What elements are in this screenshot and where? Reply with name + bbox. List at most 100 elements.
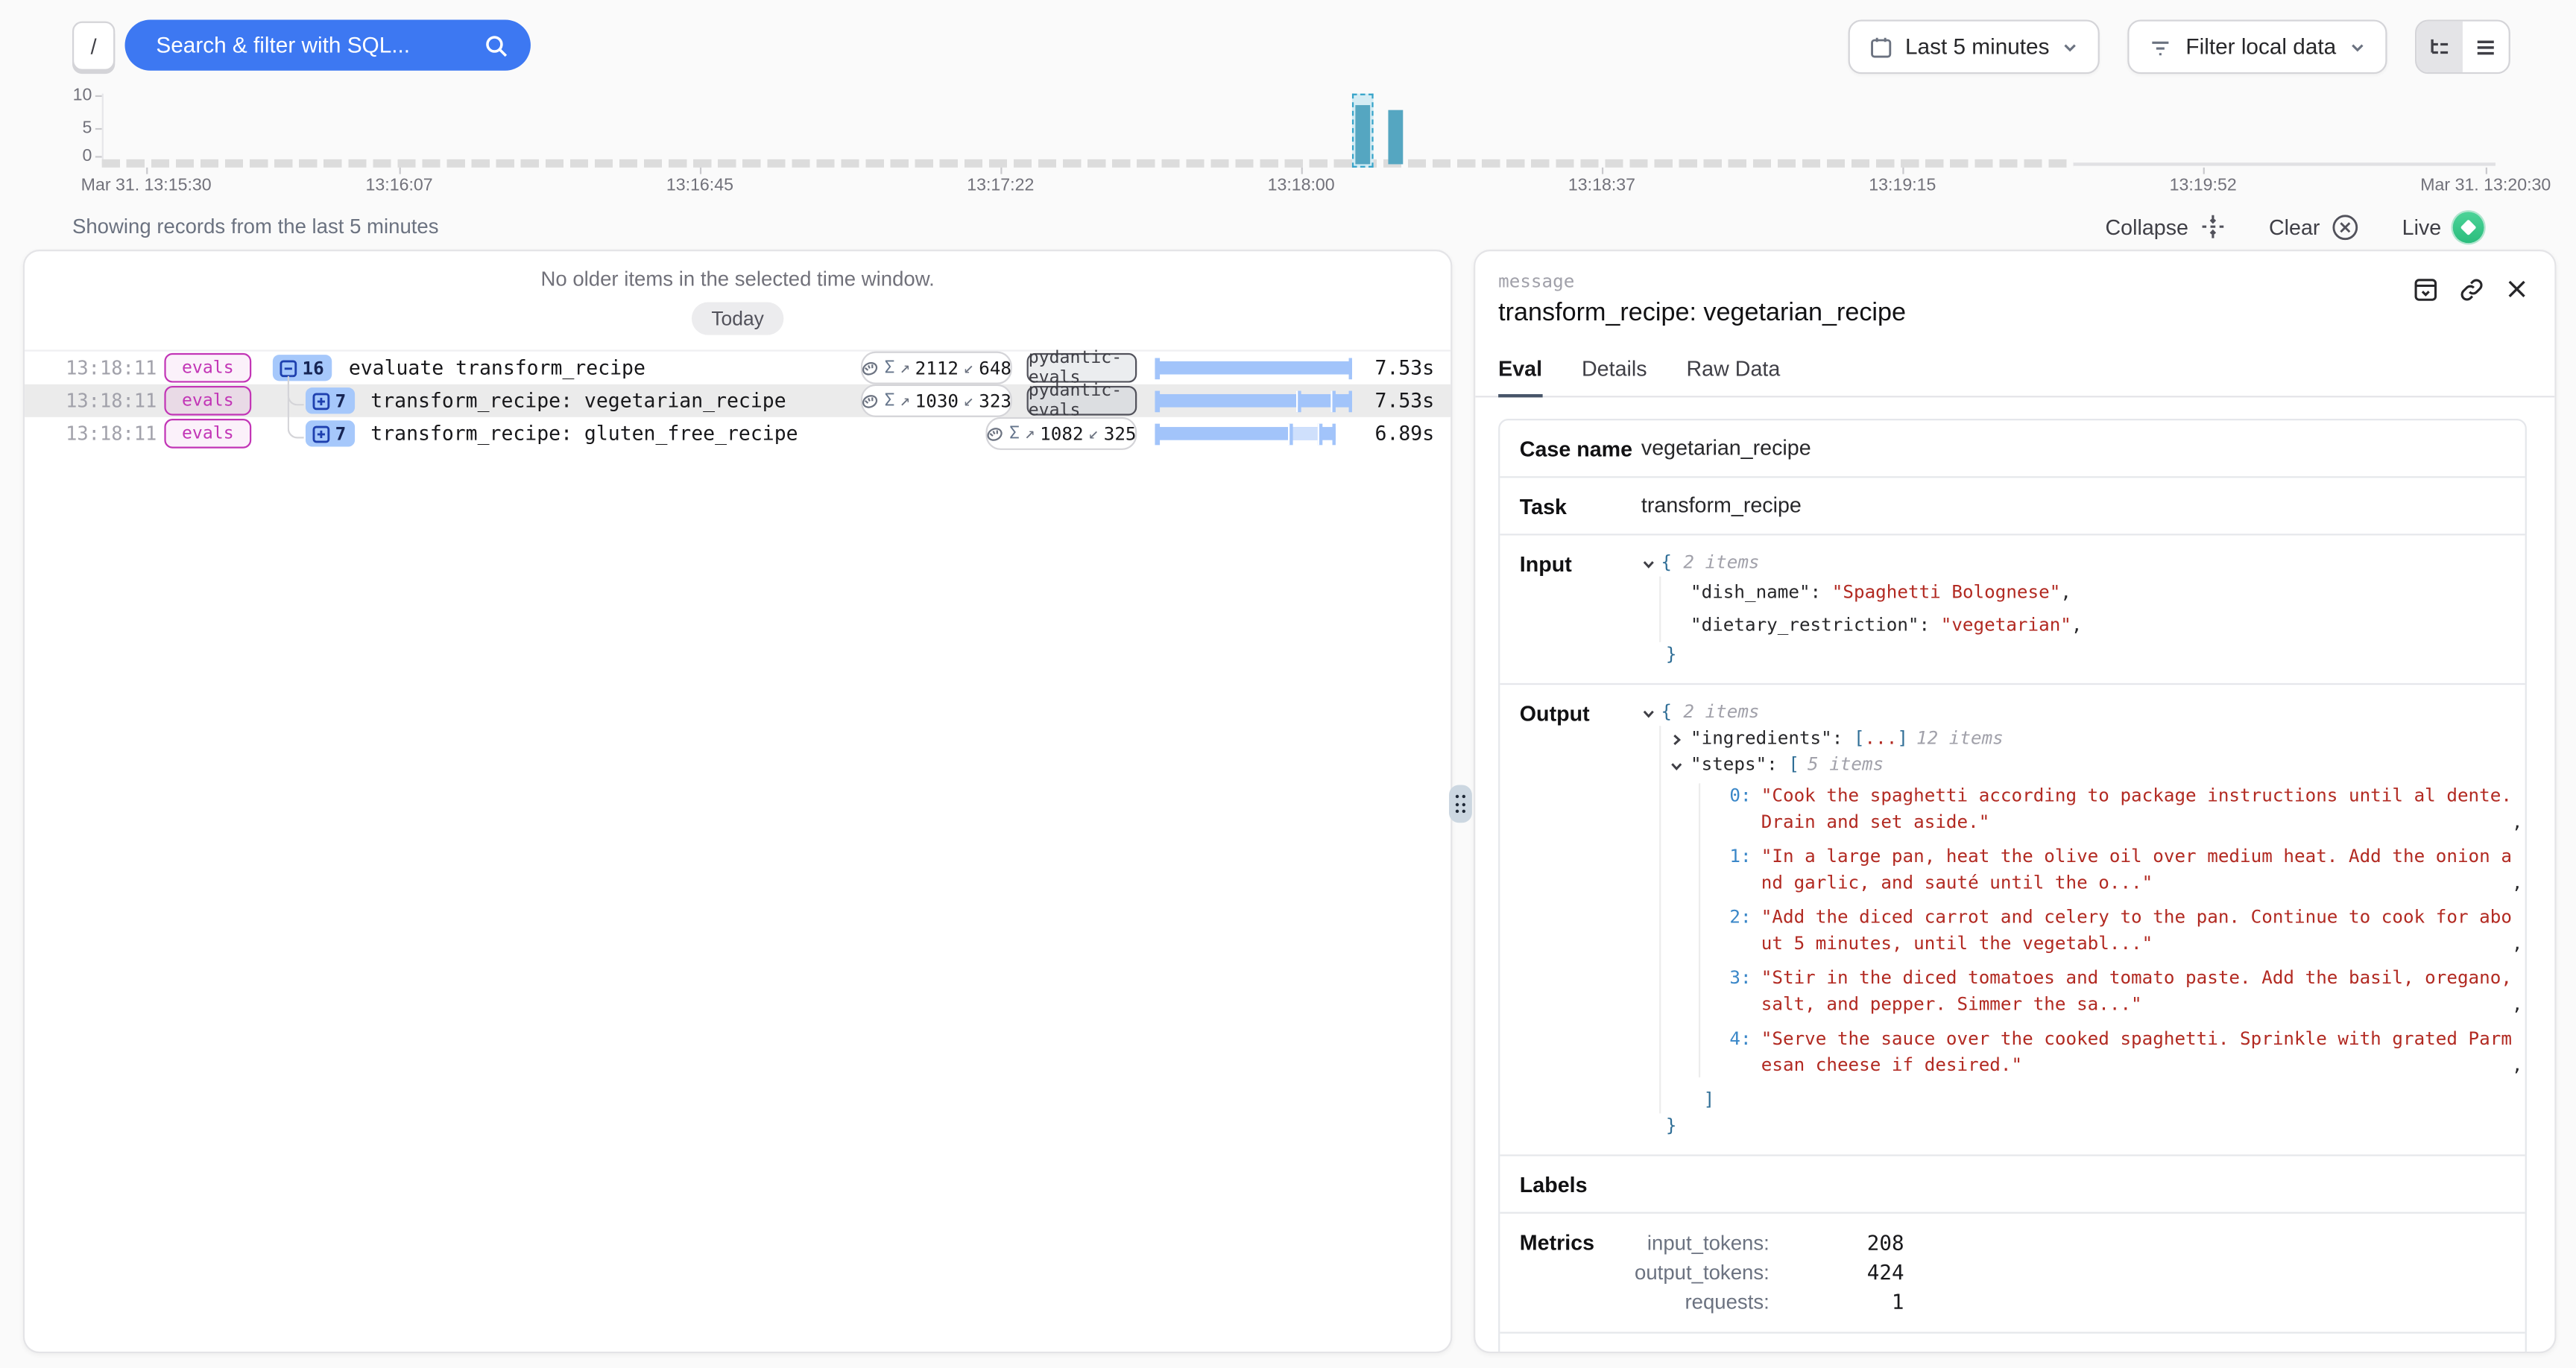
json-string-value: "Add the diced carrot and celery to the … [1761, 905, 2512, 955]
search-icon [484, 34, 508, 57]
expand-span-chip[interactable]: 7 [306, 387, 354, 414]
items-count-note: 2 items [1683, 550, 1759, 576]
search-button-label: Search & filter with SQL... [156, 33, 484, 57]
metric-value: 424 [1770, 1258, 1904, 1288]
input-token-count: 2112 [915, 357, 959, 379]
panel-resize-handle[interactable] [1449, 785, 1472, 823]
child-span-count: 7 [335, 390, 347, 411]
assertion-pass-icon[interactable] [1685, 1352, 1715, 1353]
tree-view-toggle[interactable] [2416, 22, 2463, 72]
input-row: Input { 2 items "dish_name": "Spaghetti … [1500, 536, 2525, 685]
output-row: Output { 2 items "i [1500, 685, 2525, 1156]
row-timestamp: 13:18:11 [66, 422, 141, 445]
task-label: Task [1520, 493, 1641, 519]
token-usage-badge[interactable]: Σ ↗2112 ↙648 [861, 352, 1012, 384]
table-row[interactable]: 13:18:11 evals 16 evaluate transform_rec… [25, 352, 1450, 384]
sigma-icon: Σ [1009, 424, 1020, 443]
span-detail-panel: message transform_recipe: vegetarian_rec… [1474, 250, 2556, 1353]
evals-tag-chip[interactable]: evals [164, 386, 251, 416]
arrow-up-right-icon: ↗ [900, 358, 910, 377]
span-duration-bar[interactable] [1155, 390, 1351, 411]
span-duration: 7.53s [1368, 356, 1434, 379]
timeline-histogram[interactable]: 10 5 0 Mar 31. 13:15:30 13:16:07 13:16:4… [0, 90, 2576, 205]
clear-button[interactable]: Clear [2269, 212, 2359, 240]
assertion-fail-icon[interactable] [1641, 1352, 1671, 1353]
chevron-down-icon[interactable] [1641, 556, 1656, 571]
detail-tabs: Eval Details Raw Data [1475, 356, 2554, 397]
json-array-item: 4: "Serve the sauce over the cooked spag… [1729, 1027, 2506, 1077]
token-usage-badge[interactable]: Σ ↗1082 ↙325 [985, 417, 1137, 450]
collapse-icon [2200, 214, 2226, 240]
assertion-results [1641, 1349, 2505, 1354]
list-view-toggle[interactable] [2463, 22, 2509, 72]
collapsed-ellipsis: ... [1865, 726, 1898, 752]
labels-label: Labels [1520, 1171, 1641, 1197]
slash-shortcut-key[interactable]: / [72, 22, 115, 71]
histogram-bar[interactable] [1355, 104, 1370, 164]
child-span-count: 16 [303, 357, 324, 379]
time-range-value: Last 5 minutes [1905, 34, 2050, 59]
array-index: 0: [1729, 783, 1752, 808]
chevron-down-icon[interactable] [1669, 758, 1685, 773]
input-json-viewer[interactable]: { 2 items "dish_name": "Spaghetti Bologn… [1641, 550, 2505, 668]
assertion-pass-icon[interactable] [1730, 1352, 1760, 1353]
time-range-dropdown[interactable]: Last 5 minutes [1848, 19, 2100, 74]
live-toggle[interactable]: Live [2402, 211, 2484, 242]
histogram-bar[interactable] [1388, 110, 1403, 165]
today-chip[interactable]: Today [692, 303, 783, 335]
sigma-icon: Σ [885, 391, 895, 411]
logfire-live-view: / Search & filter with SQL... Last 5 min… [0, 0, 2576, 1368]
span-duration: 7.53s [1368, 389, 1434, 412]
detail-title: transform_recipe: vegetarian_recipe [1498, 299, 2528, 329]
span-duration: 6.89s [1368, 422, 1434, 445]
pydantic-evals-chip[interactable]: pydantic-evals [1027, 386, 1137, 416]
pydantic-evals-chip[interactable]: pydantic-evals [1027, 353, 1137, 383]
close-icon[interactable] [2505, 277, 2528, 302]
input-token-count: 1082 [1040, 423, 1083, 445]
json-array-item: 1: "In a large pan, heat the olive oil o… [1729, 844, 2506, 895]
axis-tail-line [2074, 162, 2496, 165]
top-bar: / Search & filter with SQL... Last 5 min… [0, 0, 2576, 90]
chevron-down-icon [2062, 39, 2079, 55]
span-duration-bar[interactable] [1155, 423, 1335, 445]
tab-eval[interactable]: Eval [1498, 356, 1542, 397]
chevron-down-icon [2349, 39, 2366, 55]
json-string-value: "vegetarian" [1941, 609, 2071, 642]
span-duration-bar[interactable] [1155, 357, 1351, 379]
record-kind-label: message [1498, 271, 2528, 293]
showing-records-text: Showing records from the last 5 minutes [72, 215, 439, 238]
output-token-count: 325 [1104, 423, 1137, 445]
token-usage-badge[interactable]: Σ ↗1030 ↙323 [861, 384, 1012, 417]
output-json-viewer[interactable]: { 2 items "ingredients": [...] 12 items [1641, 700, 2505, 1140]
search-button[interactable]: Search & filter with SQL... [125, 19, 531, 70]
evals-tag-chip[interactable]: evals [164, 353, 251, 383]
evals-tag-chip[interactable]: evals [164, 419, 251, 449]
items-count-note: 12 items [1916, 726, 2004, 752]
chevron-right-icon[interactable] [1669, 732, 1685, 747]
filter-local-data-dropdown[interactable]: Filter local data [2128, 19, 2387, 74]
json-key: "steps": [1690, 752, 1778, 778]
expand-span-chip[interactable]: 7 [306, 420, 354, 446]
tab-details[interactable]: Details [1582, 356, 1647, 396]
x-axis-tick-label: 13:17:22 [967, 176, 1034, 195]
top-bar-right: Last 5 minutes Filter local data [1848, 19, 2510, 74]
slash-key-label: / [91, 34, 97, 58]
token-coin-icon [862, 392, 880, 410]
copy-link-icon[interactable] [2460, 277, 2484, 302]
metric-name: input_tokens: [1588, 1229, 1769, 1258]
json-string-value: "Spaghetti Bolognese" [1832, 577, 2061, 609]
arrow-down-left-icon: ↙ [964, 391, 974, 411]
collapse-button[interactable]: Collapse [2105, 214, 2226, 240]
chevron-down-icon[interactable] [1641, 706, 1656, 721]
case-name-label: Case name [1520, 435, 1641, 461]
arrow-down-left-icon: ↙ [964, 358, 974, 377]
dock-panel-icon[interactable] [2414, 277, 2438, 302]
filter-local-value: Filter local data [2185, 34, 2336, 59]
json-string-value: "In a large pan, heat the olive oil over… [1761, 844, 2512, 895]
table-row[interactable]: 13:18:11 evals 7 transform_recipe: veget… [25, 384, 1450, 417]
token-coin-icon [986, 425, 1004, 443]
table-row[interactable]: 13:18:11 evals 7 transform_recipe: glute… [25, 417, 1450, 450]
json-string-value: "Stir in the diced tomatoes and tomato p… [1761, 966, 2512, 1016]
metric-value: 1 [1770, 1288, 1904, 1317]
tab-raw-data[interactable]: Raw Data [1686, 356, 1780, 396]
